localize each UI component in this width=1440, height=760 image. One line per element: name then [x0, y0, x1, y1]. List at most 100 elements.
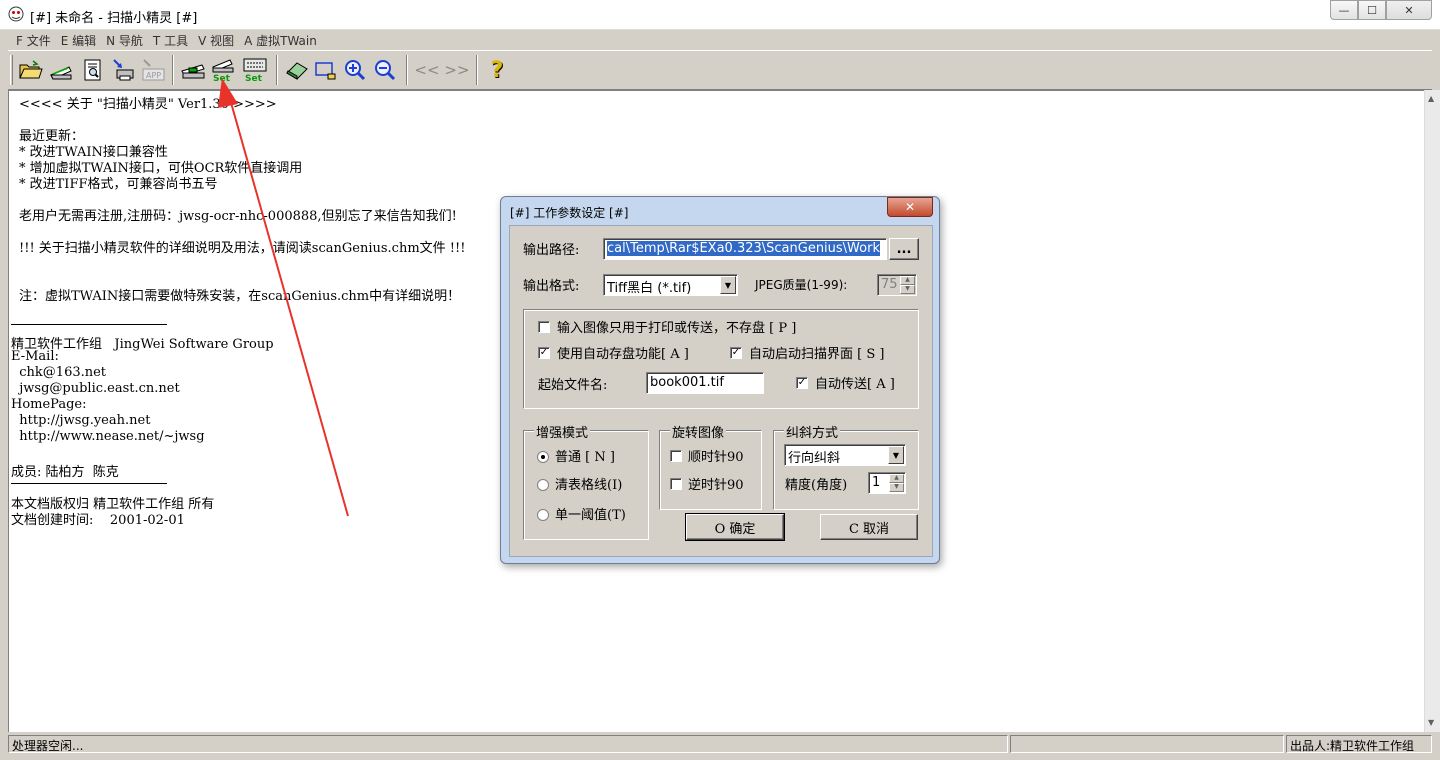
close-button[interactable]: ✕: [1386, 0, 1432, 20]
app-button[interactable]: APP: [140, 57, 166, 83]
app-logo-icon: [8, 6, 24, 22]
select-rect-button[interactable]: [312, 57, 338, 83]
start-filename-input[interactable]: book001.tif: [646, 372, 764, 394]
toolbar-separator: [476, 55, 478, 85]
menu-view[interactable]: V 视图: [196, 32, 242, 49]
print-only-label: 输入图像只用于打印或传送，不存盘 [ P ]: [557, 321, 797, 336]
scanner-icon: [50, 66, 72, 80]
doc-line: http://www.nease.net/~jwsg: [11, 429, 205, 444]
scanner-settings-button[interactable]: Set: [210, 57, 236, 83]
maximize-icon: ☐: [1367, 3, 1377, 17]
zoom-in-button[interactable]: [342, 57, 368, 83]
menubar: F 文件 E 编辑 N 导航 T 工具 V 视图 A 虚拟TWain: [8, 30, 1432, 50]
double-chevron-right-icon: >>: [444, 61, 470, 79]
output-path-input[interactable]: cal\Temp\Rar$EXa0.323\ScanGenius\Work: [603, 238, 887, 260]
previous-page-button[interactable]: <<: [414, 57, 440, 83]
scroll-down-icon[interactable]: ▼: [1428, 718, 1434, 727]
check-icon: ✓: [797, 377, 807, 388]
rotate-ccw-label: 逆时针90: [688, 478, 744, 493]
maximize-button[interactable]: ☐: [1358, 0, 1386, 20]
zoom-in-icon: [345, 60, 366, 81]
zoom-out-icon: [375, 60, 396, 81]
print-button[interactable]: [110, 57, 136, 83]
dialog-close-button[interactable]: ✕: [887, 197, 933, 217]
menu-edit[interactable]: E 编辑: [59, 32, 104, 49]
doc-line: 文档创建时间: 2001-02-01: [11, 513, 185, 528]
next-page-button[interactable]: >>: [444, 57, 470, 83]
doc-line: HomePage:: [11, 397, 87, 412]
menu-file[interactable]: F 文件: [14, 32, 59, 49]
menu-tools[interactable]: T 工具: [151, 32, 196, 49]
divider-line: [11, 324, 167, 325]
enhance-normal-label: 普通 [ N ]: [555, 450, 615, 465]
help-button[interactable]: ?: [484, 57, 510, 83]
minimize-button[interactable]: —: [1330, 0, 1358, 20]
doc-line: chk@163.net: [11, 365, 107, 380]
doc-line: 成员: 陆柏方 陈克: [11, 465, 119, 480]
toolbar-separator: [276, 55, 278, 85]
scroll-up-icon[interactable]: ▲: [1428, 94, 1434, 103]
eraser-button[interactable]: [284, 57, 310, 83]
window-titlebar: [#] 未命名 - 扫描小精灵 [#] — ☐ ✕: [0, 0, 1440, 30]
doc-line: <<<< 关于 "扫描小精灵" Ver1.30 >>>>: [19, 97, 277, 112]
output-format-select[interactable]: Tiff黑白 (*.tif) ▼: [603, 274, 738, 296]
open-folder-icon: [19, 60, 43, 79]
jpeg-quality-label: JPEG质量(1-99):: [755, 278, 848, 292]
vertical-scrollbar[interactable]: ▲ ▼: [1424, 90, 1440, 732]
enhance-threshold-radio[interactable]: [537, 509, 549, 521]
spinner-arrows-icon[interactable]: ▲ ▼: [900, 276, 915, 294]
status-pane-empty: [1010, 735, 1284, 753]
spinner-arrows-icon[interactable]: ▲ ▼: [889, 474, 904, 492]
browse-button[interactable]: ...: [889, 238, 919, 260]
eraser-icon: [286, 62, 308, 80]
doc-line: jwsg@public.east.cn.net: [11, 381, 180, 396]
enhance-normal-radio[interactable]: [537, 451, 549, 463]
menu-virtual-twain[interactable]: A 虚拟TWain: [242, 32, 325, 49]
keyboard-settings-button[interactable]: Set: [242, 57, 268, 83]
preview-document-button[interactable]: [80, 57, 106, 83]
check-icon: ✓: [539, 347, 549, 358]
cancel-button[interactable]: C 取消: [820, 514, 918, 540]
autosave-checkbox[interactable]: ✓: [538, 347, 550, 359]
output-format-label: 输出格式:: [523, 279, 580, 294]
rotate-title: 旋转图像: [670, 422, 727, 441]
deskew-mode-value: 行向纠斜: [788, 451, 841, 466]
autosend-checkbox[interactable]: ✓: [796, 377, 808, 389]
menu-navigate[interactable]: N 导航: [104, 32, 151, 49]
ok-button[interactable]: O 确定: [685, 513, 785, 541]
zoom-out-button[interactable]: [372, 57, 398, 83]
status-bar: 处理器空闲... 出品人:精卫软件工作组: [8, 734, 1432, 754]
enhance-clear-lines-radio[interactable]: [537, 479, 549, 491]
start-filename-label: 起始文件名:: [538, 378, 608, 393]
rotate-ccw-checkbox[interactable]: [670, 478, 682, 490]
dialog-body: 输出路径: cal\Temp\Rar$EXa0.323\ScanGenius\W…: [509, 225, 933, 557]
document-magnify-icon: [84, 59, 101, 81]
precision-spinner[interactable]: 1 ▲ ▼: [868, 472, 906, 494]
toolbar-separator: [172, 55, 174, 85]
deskew-group: 纠斜方式: [773, 422, 919, 510]
autoscan-label: 自动启动扫描界面 [ S ]: [749, 347, 885, 362]
close-icon: ✕: [1404, 3, 1414, 17]
jpeg-quality-spinner[interactable]: 75 ▲ ▼: [877, 274, 917, 296]
print-only-checkbox[interactable]: [538, 321, 550, 333]
rotate-cw-checkbox[interactable]: [670, 450, 682, 462]
twain-source-button[interactable]: [180, 57, 206, 83]
printer-arrow-icon: [113, 59, 134, 81]
toolbar-grip[interactable]: [10, 55, 13, 85]
help-question-icon: ?: [490, 57, 504, 83]
rotate-cw-label: 顺时针90: [688, 450, 744, 465]
twain-device-icon: [181, 64, 205, 79]
open-folder-button[interactable]: [18, 57, 44, 83]
doc-line: E-Mail:: [11, 349, 59, 364]
doc-line: !!! 关于扫描小精灵软件的详细说明及用法，请阅读scanGenius.chm文…: [19, 241, 466, 256]
output-path-value: cal\Temp\Rar$EXa0.323\ScanGenius\Work: [607, 241, 880, 256]
check-icon: ✓: [731, 347, 741, 358]
jpeg-quality-value: 75: [881, 277, 898, 292]
doc-line: 注：虚拟TWAIN接口需要做特殊安装，在scanGenius.chm中有详细说明…: [19, 289, 461, 304]
scan-button[interactable]: [48, 57, 74, 83]
deskew-mode-select[interactable]: 行向纠斜 ▼: [784, 444, 906, 466]
deskew-title: 纠斜方式: [784, 422, 841, 441]
set-label-2: Set: [245, 74, 263, 83]
autoscan-checkbox[interactable]: ✓: [730, 347, 742, 359]
set-label-1: Set: [213, 74, 231, 83]
